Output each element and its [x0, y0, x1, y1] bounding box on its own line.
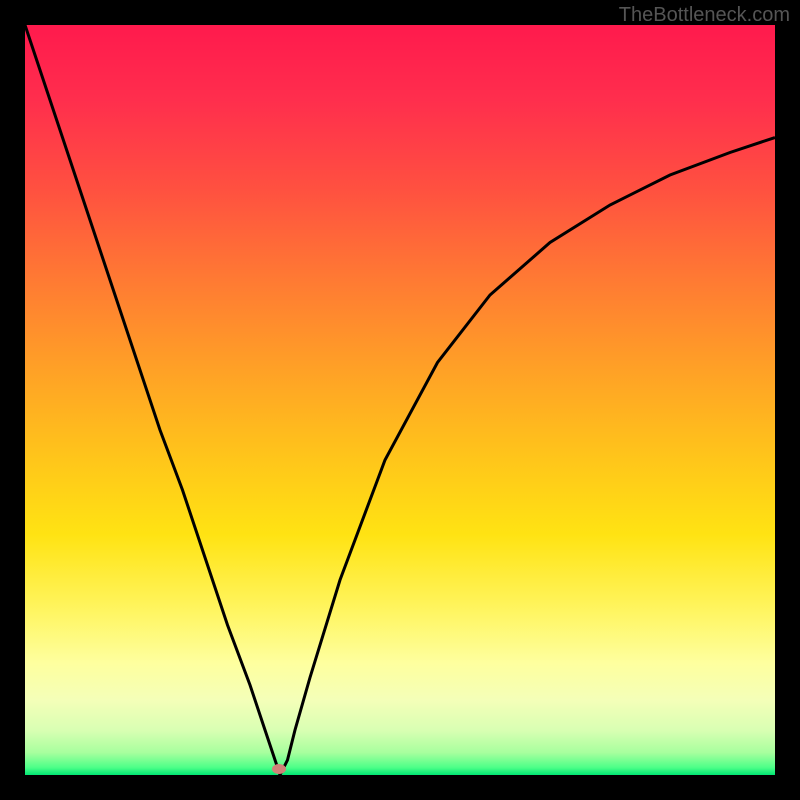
- frame-border-bottom: [0, 775, 800, 800]
- curve-layer: [25, 25, 775, 775]
- optimal-point-marker: [272, 764, 286, 774]
- frame-border-left: [0, 0, 25, 800]
- chart-frame: TheBottleneck.com: [0, 0, 800, 800]
- bottleneck-curve-path: [25, 25, 775, 775]
- watermark-text: TheBottleneck.com: [619, 4, 790, 27]
- plot-area: [25, 25, 775, 775]
- frame-border-right: [775, 0, 800, 800]
